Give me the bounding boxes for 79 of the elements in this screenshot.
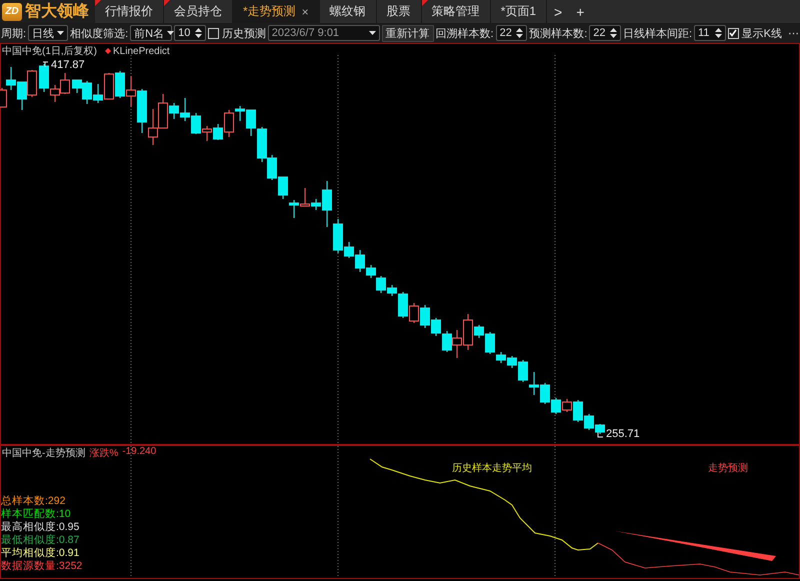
number-field[interactable]: 10	[174, 25, 206, 41]
checkbox[interactable]	[208, 28, 219, 38]
number-field[interactable]: 11	[694, 25, 726, 41]
logo-icon: ZD	[2, 2, 22, 20]
tab[interactable]: *页面1	[490, 0, 548, 23]
candlestick	[115, 70, 125, 98]
candlestick	[431, 318, 441, 336]
caret-icon	[368, 30, 376, 34]
legend-label: 走势预测	[708, 462, 748, 475]
checkbox-label[interactable]: 显示K线	[742, 26, 782, 40]
spinner-icon	[516, 28, 524, 38]
candlestick	[60, 72, 70, 94]
candlestick	[27, 70, 37, 98]
candlestick	[278, 176, 288, 200]
spinner-icon	[194, 28, 202, 38]
chart-title: 中国中免(1日,后复权)	[2, 44, 97, 58]
change-value: -19.240	[122, 446, 156, 459]
number-field[interactable]: 22	[496, 25, 528, 41]
stat-text: 最高相似度:0.95	[1, 521, 80, 534]
candlestick	[409, 302, 419, 324]
field-label: 回溯样本数:	[436, 26, 494, 40]
candlestick	[442, 330, 452, 352]
field-label: 周期:	[1, 26, 26, 40]
stat-text: 数据源数量:3252	[1, 560, 82, 573]
candlestick	[289, 200, 299, 218]
caret-icon	[167, 30, 174, 34]
checkbox[interactable]	[728, 28, 739, 38]
candlestick	[6, 66, 16, 90]
low-price-label: 255.71	[606, 428, 640, 440]
candlestick	[180, 98, 190, 122]
candlestick	[93, 84, 103, 104]
stat-text: 最低相似度:0.87	[1, 534, 80, 547]
indicator-label: KLinePredict	[113, 46, 170, 56]
candlestick	[420, 304, 430, 328]
candlestick	[267, 154, 277, 180]
stat-text: 总样本数:292	[1, 495, 66, 508]
high-price-label: 417.87	[51, 59, 85, 71]
app-name: 智大领峰	[25, 2, 89, 22]
caret-icon	[57, 30, 64, 34]
close-button[interactable]: ×	[302, 4, 309, 18]
number-field[interactable]: 22	[589, 25, 621, 41]
spinner-icon	[610, 28, 617, 38]
change-label: 涨跌%	[89, 446, 118, 460]
tab[interactable]: 会员持仓	[164, 0, 233, 23]
tab[interactable]: 股票	[376, 0, 422, 23]
stat-text: 平均相似度:0.91	[1, 547, 80, 560]
diamond-icon	[105, 48, 111, 54]
candlestick	[104, 72, 114, 100]
pointer-icon	[42, 62, 48, 68]
checkbox-label[interactable]: 历史预测	[222, 26, 266, 40]
legend-label: 历史样本走势平均	[452, 462, 532, 475]
candlestick	[137, 88, 147, 134]
dropdown[interactable]: 日线	[28, 25, 68, 41]
more-button[interactable]: ⋯	[788, 26, 799, 40]
candlestick	[540, 382, 550, 404]
scroll-tabs-button[interactable]: >	[547, 0, 570, 23]
candlestick	[191, 112, 201, 134]
tab[interactable]: *走势预测 ×	[233, 0, 320, 23]
tab[interactable]: 螺纹钢	[320, 0, 377, 23]
candlestick	[452, 330, 462, 358]
add-tab-button[interactable]: +	[569, 0, 592, 23]
field-label: 日线样本间距:	[622, 26, 692, 40]
candlestick	[257, 126, 267, 162]
pointer-icon	[598, 432, 604, 438]
field-label: 相似度筛选:	[70, 26, 128, 40]
tab[interactable]: 策略管理	[422, 0, 491, 23]
dropdown[interactable]: 前N名	[130, 25, 172, 41]
candlestick	[551, 398, 561, 414]
field-label: 预测样本数:	[529, 26, 588, 40]
recalculate-button[interactable]: 重新计算	[382, 24, 434, 42]
candlestick	[202, 126, 212, 142]
candlestick	[17, 82, 27, 110]
spinner-icon	[714, 28, 722, 38]
tab[interactable]: 行情报价	[95, 0, 164, 23]
candlestick	[126, 76, 136, 108]
candlestick	[148, 108, 158, 146]
candlestick	[529, 372, 539, 396]
panel-title: 中国中免-走势预测	[2, 446, 86, 460]
stat-text: 样本匹配数:10	[1, 508, 72, 521]
